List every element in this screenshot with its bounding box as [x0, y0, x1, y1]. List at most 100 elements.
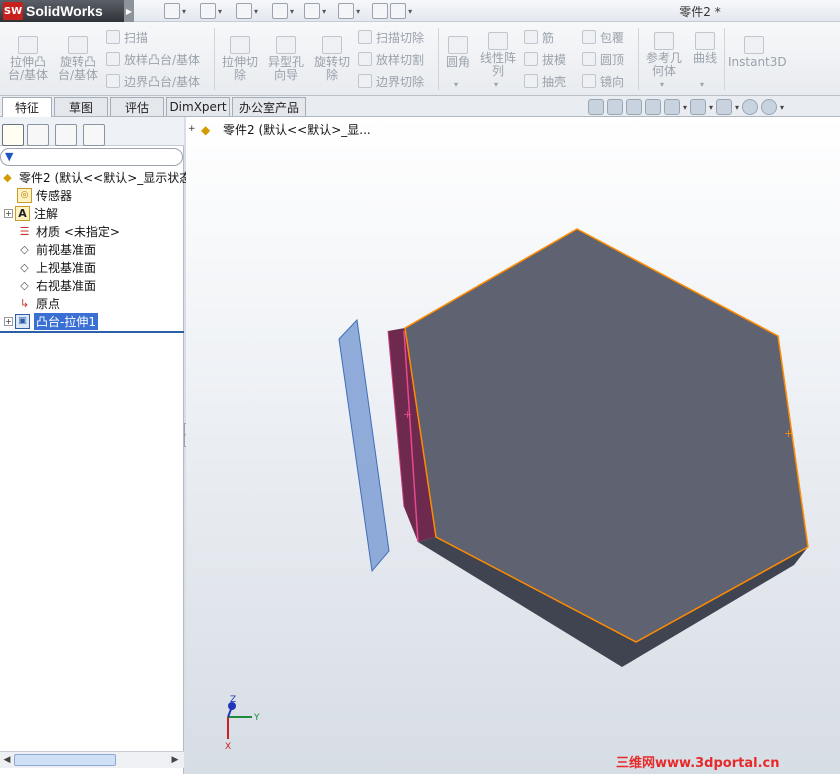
curves-button[interactable]: 曲线	[688, 32, 722, 65]
tree-item-material[interactable]: ☰ 材质 <未指定>	[17, 222, 120, 240]
lofted-cut-label: 放样切割	[376, 52, 425, 67]
configuration-manager-tab-icon[interactable]	[55, 124, 77, 146]
feature-manager-tab-icon[interactable]	[2, 124, 24, 146]
zoom-to-area-icon[interactable]	[607, 99, 623, 115]
select-pointer-icon[interactable]	[338, 3, 355, 19]
property-manager-tab-icon[interactable]	[27, 124, 49, 146]
rollback-bar[interactable]	[0, 331, 184, 333]
tab-features[interactable]: 特征	[2, 97, 52, 117]
title-bar: SW SolidWorks ▶ ▾ ▾ ▾ ▾ ▾ ▾ ▾ 零件2 *	[0, 0, 840, 22]
tab-dimxpert[interactable]: DimXpert	[166, 97, 230, 116]
chevron-down-icon[interactable]: ▾	[182, 7, 186, 16]
chevron-down-icon[interactable]: ▾	[709, 103, 713, 112]
rib-icon	[524, 30, 538, 44]
dome-button[interactable]: 圆顶	[582, 50, 624, 68]
solidworks-logo[interactable]: SW SolidWorks	[0, 0, 124, 22]
print-icon[interactable]	[272, 3, 289, 19]
model-canvas[interactable]: + + X Y Z	[186, 117, 840, 774]
shell-button[interactable]: 抽壳	[524, 72, 566, 90]
linear-pattern-button[interactable]: 线性阵 列	[476, 32, 520, 78]
wrap-button[interactable]: 包覆	[582, 28, 624, 46]
tab-sketch[interactable]: 草图	[54, 97, 108, 116]
chevron-down-icon[interactable]: ▾	[494, 80, 498, 89]
sensor-icon: ◎	[17, 187, 32, 203]
draft-button[interactable]: 拔模	[524, 50, 566, 68]
feature-manager-panel: ▼ ◆ 零件2 (默认<<默认>_显示状态 ◎ 传感器 + A 注解 ☰ 材质 …	[0, 117, 191, 774]
swept-cut-button[interactable]: 扫描切除	[358, 28, 424, 46]
tree-item-top-plane[interactable]: ◇ 上视基准面	[17, 258, 96, 276]
tree-item-sensors[interactable]: ◎ 传感器	[17, 186, 72, 204]
display-style-icon[interactable]	[690, 99, 707, 115]
chevron-down-icon[interactable]: ▾	[254, 7, 258, 16]
zoom-to-fit-icon[interactable]	[588, 99, 604, 115]
hide-show-items-icon[interactable]	[716, 99, 733, 115]
open-document-icon[interactable]	[200, 3, 217, 19]
fillet-button[interactable]: 圆角	[442, 36, 474, 69]
boundary-boss-button[interactable]: 边界凸台/基体	[106, 72, 200, 90]
tree-item-label: 前视基准面	[36, 242, 97, 257]
horizontal-scrollbar[interactable]: ◀ ▶	[0, 751, 184, 768]
options-icon[interactable]	[390, 3, 407, 19]
boundary-cut-button[interactable]: 边界切除	[358, 72, 424, 90]
tree-root[interactable]: ◆ 零件2 (默认<<默认>_显示状态	[0, 168, 191, 186]
previous-view-icon[interactable]	[626, 99, 642, 115]
chevron-down-icon[interactable]: ▾	[683, 103, 687, 112]
revolve-cut-label: 旋转切 除	[313, 55, 350, 82]
undo-icon[interactable]	[304, 3, 321, 19]
ribbon-separator	[638, 28, 639, 90]
tree-item-origin[interactable]: ↳ 原点	[17, 294, 60, 312]
sweep-button[interactable]: 扫描	[106, 28, 148, 46]
reference-geometry-button[interactable]: 参考几 何体	[642, 32, 686, 78]
revolve-cut-button[interactable]: 旋转切 除	[310, 36, 354, 82]
scroll-thumb[interactable]	[14, 754, 116, 766]
lofted-cut-button[interactable]: 放样切割	[358, 50, 424, 68]
chevron-down-icon[interactable]: ▾	[735, 103, 739, 112]
chevron-down-icon[interactable]: ▾	[408, 7, 412, 16]
tree-item-right-plane[interactable]: ◇ 右视基准面	[17, 276, 96, 294]
save-icon[interactable]	[236, 3, 253, 19]
extrude-boss-button[interactable]: 拉伸凸 台/基体	[6, 36, 50, 82]
edit-appearance-icon[interactable]	[742, 99, 759, 115]
tree-item-boss-extrude1[interactable]: + ▣ 凸台-拉伸1	[4, 312, 98, 330]
chevron-down-icon[interactable]: ▾	[454, 80, 458, 89]
hole-wizard-button[interactable]: 异型孔 向导	[264, 36, 308, 82]
tab-office-products[interactable]: 办公室产品	[232, 97, 306, 116]
chevron-down-icon[interactable]: ▾	[356, 7, 360, 16]
tree-item-annotations[interactable]: + A 注解	[4, 204, 58, 222]
lofted-cut-icon	[358, 52, 372, 66]
tree-item-front-plane[interactable]: ◇ 前视基准面	[17, 240, 96, 258]
section-view-icon[interactable]	[645, 99, 661, 115]
chevron-down-icon[interactable]: ▾	[780, 103, 784, 112]
chevron-down-icon[interactable]: ▾	[218, 7, 222, 16]
instant3d-button[interactable]: Instant3D	[728, 36, 787, 69]
mirror-button[interactable]: 镜向	[582, 72, 624, 90]
graphics-area[interactable]: + ◆ 零件2 (默认<<默认>_显... + + X Y Z	[186, 117, 840, 774]
view-orientation-icon[interactable]	[664, 99, 680, 115]
chevron-down-icon[interactable]: ▾	[322, 7, 326, 16]
rib-button[interactable]: 筋	[524, 28, 554, 46]
loft-button[interactable]: 放样凸台/基体	[106, 50, 200, 68]
rebuild-icon[interactable]	[372, 3, 389, 19]
chevron-down-icon[interactable]: ▾	[290, 7, 294, 16]
watermark-text: 三维网www.3dportal.cn	[616, 756, 780, 771]
plus-marker-icon: +	[784, 427, 793, 440]
extrude-cut-button[interactable]: 拉伸切 除	[218, 36, 262, 82]
tab-evaluate[interactable]: 评估	[110, 97, 164, 116]
tree-item-label: 原点	[36, 296, 61, 311]
curves-label: 曲线	[692, 51, 717, 65]
revolve-boss-button[interactable]: 旋转凸 台/基体	[56, 36, 100, 82]
expand-icon[interactable]: +	[4, 208, 13, 218]
scroll-right-icon[interactable]: ▶	[168, 753, 182, 767]
feature-tree-filter[interactable]: ▼	[0, 148, 183, 166]
chevron-down-icon[interactable]: ▾	[660, 80, 664, 89]
menu-expand-arrow-icon[interactable]: ▶	[124, 0, 134, 22]
chevron-down-icon[interactable]: ▾	[700, 80, 704, 89]
expand-icon[interactable]: +	[4, 316, 13, 326]
dimxpert-manager-tab-icon[interactable]	[83, 124, 105, 146]
apply-scene-icon[interactable]	[761, 99, 778, 115]
hexagon-top-face[interactable]	[404, 228, 809, 643]
curves-icon	[695, 32, 715, 50]
scroll-left-icon[interactable]: ◀	[0, 753, 14, 767]
reference-plane[interactable]	[338, 318, 390, 573]
new-document-icon[interactable]	[164, 3, 180, 19]
